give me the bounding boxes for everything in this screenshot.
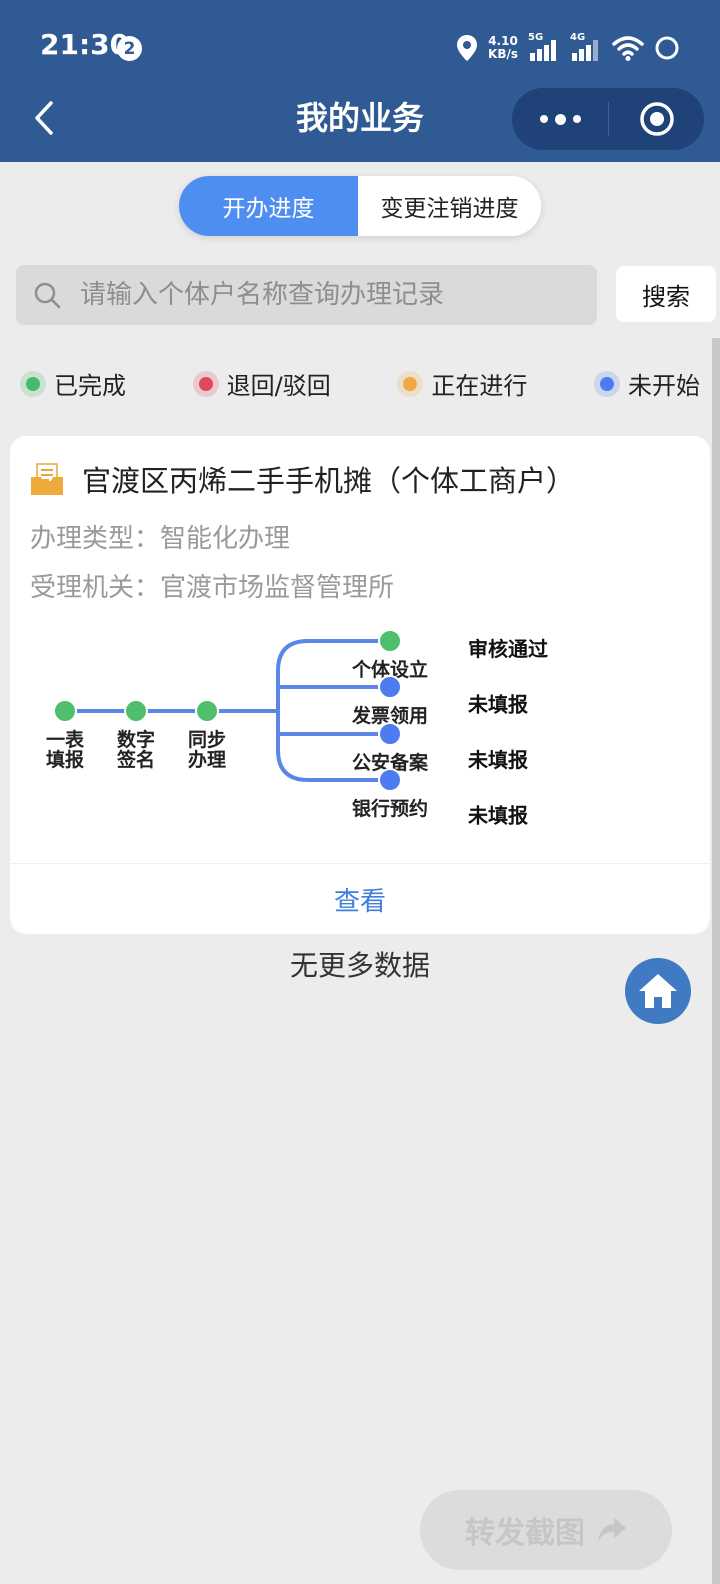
flow-branch-status: 未填报 (468, 804, 528, 828)
record-type-label: 办理类型： (30, 524, 161, 554)
flow-step-label: 办理 (188, 748, 226, 771)
search-input[interactable] (78, 279, 578, 311)
legend-label: 未开始 (627, 372, 700, 400)
signal-sim1: 5G (528, 33, 560, 63)
flow-step-dot (195, 699, 219, 723)
record-type-line: 办理类型：智能化办理 (30, 518, 290, 555)
signal-bars-icon (530, 40, 556, 61)
status-icons: 4.10 KB/s 5G 4G (456, 30, 680, 66)
record-card: 官渡区丙烯二手手机摊（个体工商户） 办理类型：智能化办理 受理机关：官渡市场监督… (10, 436, 710, 934)
share-screenshot-label: 转发截图 (465, 1516, 585, 1551)
flow-branch-dot (378, 768, 402, 792)
close-miniapp-button[interactable] (609, 88, 704, 150)
status-time: 21:30 (40, 28, 130, 61)
target-icon (639, 102, 674, 136)
status-legend: 已完成 退回/驳回 正在进行 未开始 (20, 366, 700, 401)
tab-change-cancel-progress[interactable]: 变更注销进度 (358, 176, 541, 236)
battery-ring-icon (655, 36, 679, 60)
more-dots-icon (572, 115, 581, 123)
miniapp-capsule (512, 88, 704, 150)
progress-tabs: 开办进度 变更注销进度 (179, 176, 541, 236)
share-screenshot-button[interactable]: 转发截图 (420, 1490, 672, 1570)
search-icon (34, 282, 61, 309)
more-button[interactable] (512, 88, 608, 150)
more-dots-icon (554, 113, 566, 125)
app-header: 21:30 2 4.10 KB/s 5G 4G 我的业务 (0, 0, 720, 162)
record-title-row: 官渡区丙烯二手手机摊（个体工商户） (30, 458, 575, 500)
notification-badge: 2 (117, 36, 142, 61)
flow-step-label: 数字 (117, 728, 155, 751)
record-type-value: 智能化办理 (160, 524, 291, 554)
legend-label: 已完成 (54, 372, 126, 400)
flow-branch-dot (378, 675, 402, 699)
network-speed-unit: KB/s (488, 47, 518, 61)
flow-step-label: 一表 (46, 728, 85, 751)
progress-flow-diagram: 一表填报数字签名同步办理个体设立审核通过发票领用 未填报公安备案 未填报银行预约 未填… (46, 629, 548, 828)
list-end-text: 无更多数据 (289, 949, 430, 982)
flow-branch-label: 银行预约 (352, 797, 428, 820)
search-bar (16, 265, 597, 325)
view-button[interactable]: 查看 (10, 866, 710, 932)
legend-item: 未开始 (593, 366, 700, 401)
status-dot-icon (593, 370, 620, 397)
flow-branch-status: 未填报 (468, 748, 528, 772)
signal-sim2: 4G (570, 33, 602, 63)
card-divider (10, 863, 710, 864)
wifi-icon (612, 36, 644, 61)
record-title: 官渡区丙烯二手手机摊（个体工商户） (82, 464, 576, 498)
flow-step-label: 填报 (46, 748, 84, 771)
share-arrow-icon (598, 1518, 626, 1542)
search-icon-wrap (16, 265, 78, 325)
legend-item: 正在进行 (397, 366, 527, 401)
legend-label: 正在进行 (431, 372, 528, 400)
network-speed: 4.10 KB/s (488, 35, 518, 61)
signal-bars-icon (572, 40, 598, 61)
home-button[interactable] (625, 958, 691, 1024)
flow-branch-dot (378, 629, 402, 653)
legend-item: 退回/驳回 (192, 366, 331, 401)
flow-branch-dot (378, 722, 402, 746)
more-dots-icon (539, 115, 548, 123)
legend-item: 已完成 (20, 366, 126, 401)
search-button[interactable]: 搜索 (616, 266, 716, 322)
record-agency-line: 受理机关：官渡市场监督管理所 (30, 567, 394, 604)
flow-step-dot (124, 699, 148, 723)
flow-step-label: 签名 (116, 748, 155, 771)
location-icon (457, 35, 478, 61)
legend-label: 退回/驳回 (226, 372, 331, 400)
flow-step-dot (53, 699, 77, 723)
flow-step-label: 同步 (188, 729, 226, 751)
record-agency-label: 受理机关： (30, 573, 161, 603)
folder-document-icon (31, 463, 63, 495)
status-dot-icon (20, 370, 46, 397)
status-dot-icon (397, 370, 424, 397)
flow-branch-status: 审核通过 (468, 637, 548, 661)
status-dot-icon (192, 370, 219, 397)
tab-opening-progress[interactable]: 开办进度 (179, 176, 358, 236)
flow-branch-status: 未填报 (468, 693, 528, 717)
record-agency-value: 官渡市场监督管理所 (160, 573, 395, 603)
home-icon (639, 974, 677, 1008)
